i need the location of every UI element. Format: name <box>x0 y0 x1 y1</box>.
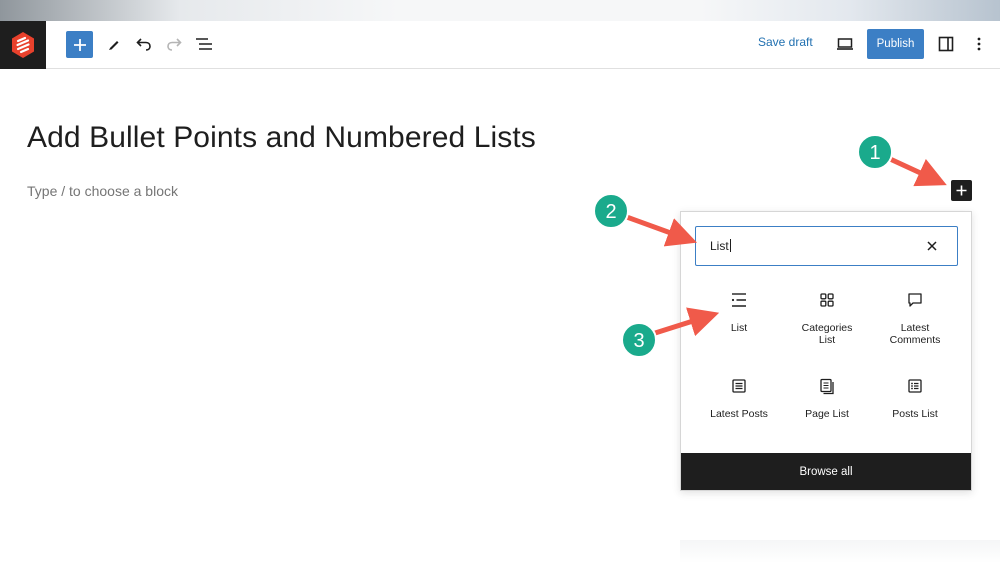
more-vertical-icon <box>977 37 981 51</box>
post-title[interactable]: Add Bullet Points and Numbered Lists <box>27 121 536 155</box>
block-inserter-popover: List List Categories List Latest Comment… <box>680 211 972 491</box>
bottom-fade <box>680 540 1000 563</box>
comment-icon <box>908 293 922 307</box>
settings-sidebar-button[interactable] <box>934 32 958 56</box>
block-item-label: Page List <box>805 408 849 420</box>
plus-icon <box>956 185 967 196</box>
text-caret <box>729 239 731 252</box>
undo-button[interactable] <box>132 32 156 56</box>
annotation-badge-1: 1 <box>857 134 893 170</box>
tools-button[interactable] <box>102 32 126 56</box>
sidebar-toggle-icon <box>938 36 954 52</box>
undo-icon <box>136 38 151 51</box>
svg-text:2: 2 <box>605 201 616 223</box>
annotation-badge-2: 2 <box>593 193 629 229</box>
block-item-categories-list[interactable]: Categories List <box>783 288 871 346</box>
block-item-list[interactable]: List <box>695 288 783 334</box>
top-blur-strip <box>0 0 1000 21</box>
list-view-icon <box>196 38 212 50</box>
redo-icon <box>167 38 182 51</box>
wp-logo-icon[interactable] <box>0 21 46 69</box>
block-placeholder[interactable]: Type / to choose a block <box>27 183 178 199</box>
block-item-label: Latest Posts <box>710 408 768 420</box>
annotation-badge-3: 3 <box>621 322 657 358</box>
block-item-page-list[interactable]: Page List <box>783 374 871 420</box>
block-item-label: List <box>730 322 748 334</box>
preview-button[interactable] <box>833 32 857 56</box>
annotation-arrow-1 <box>885 155 947 187</box>
list-icon <box>731 293 746 307</box>
svg-text:1: 1 <box>869 142 880 164</box>
close-icon <box>927 241 937 251</box>
pencil-icon <box>109 41 119 50</box>
redo-button[interactable] <box>162 32 186 56</box>
block-item-latest-posts[interactable]: Latest Posts <box>695 374 783 420</box>
desktop-preview-icon <box>837 38 853 50</box>
editor-toolbar: Save draft Publish <box>0 21 1000 69</box>
search-input-value: List <box>710 239 729 253</box>
categories-icon <box>820 293 834 307</box>
block-item-label: Categories List <box>801 322 853 346</box>
options-menu-button[interactable] <box>967 32 991 56</box>
posts-list-icon <box>908 379 922 393</box>
list-view-button[interactable] <box>192 32 216 56</box>
clear-search-button[interactable] <box>925 239 939 253</box>
plus-icon <box>73 38 86 51</box>
block-item-latest-comments[interactable]: Latest Comments <box>871 288 959 346</box>
block-search-input[interactable]: List <box>695 226 958 266</box>
block-item-label: Posts List <box>892 408 938 420</box>
block-item-label: Latest Comments <box>889 322 941 346</box>
browse-all-button[interactable]: Browse all <box>681 453 971 490</box>
block-inserter-toggle-button[interactable] <box>66 31 93 58</box>
svg-text:3: 3 <box>633 330 644 352</box>
publish-button[interactable]: Publish <box>867 29 924 59</box>
post-list-icon <box>732 379 746 393</box>
block-item-posts-list[interactable]: Posts List <box>871 374 959 420</box>
save-draft-button[interactable]: Save draft <box>758 35 813 49</box>
page-list-icon <box>820 378 834 394</box>
inline-block-inserter-button[interactable] <box>951 180 972 201</box>
